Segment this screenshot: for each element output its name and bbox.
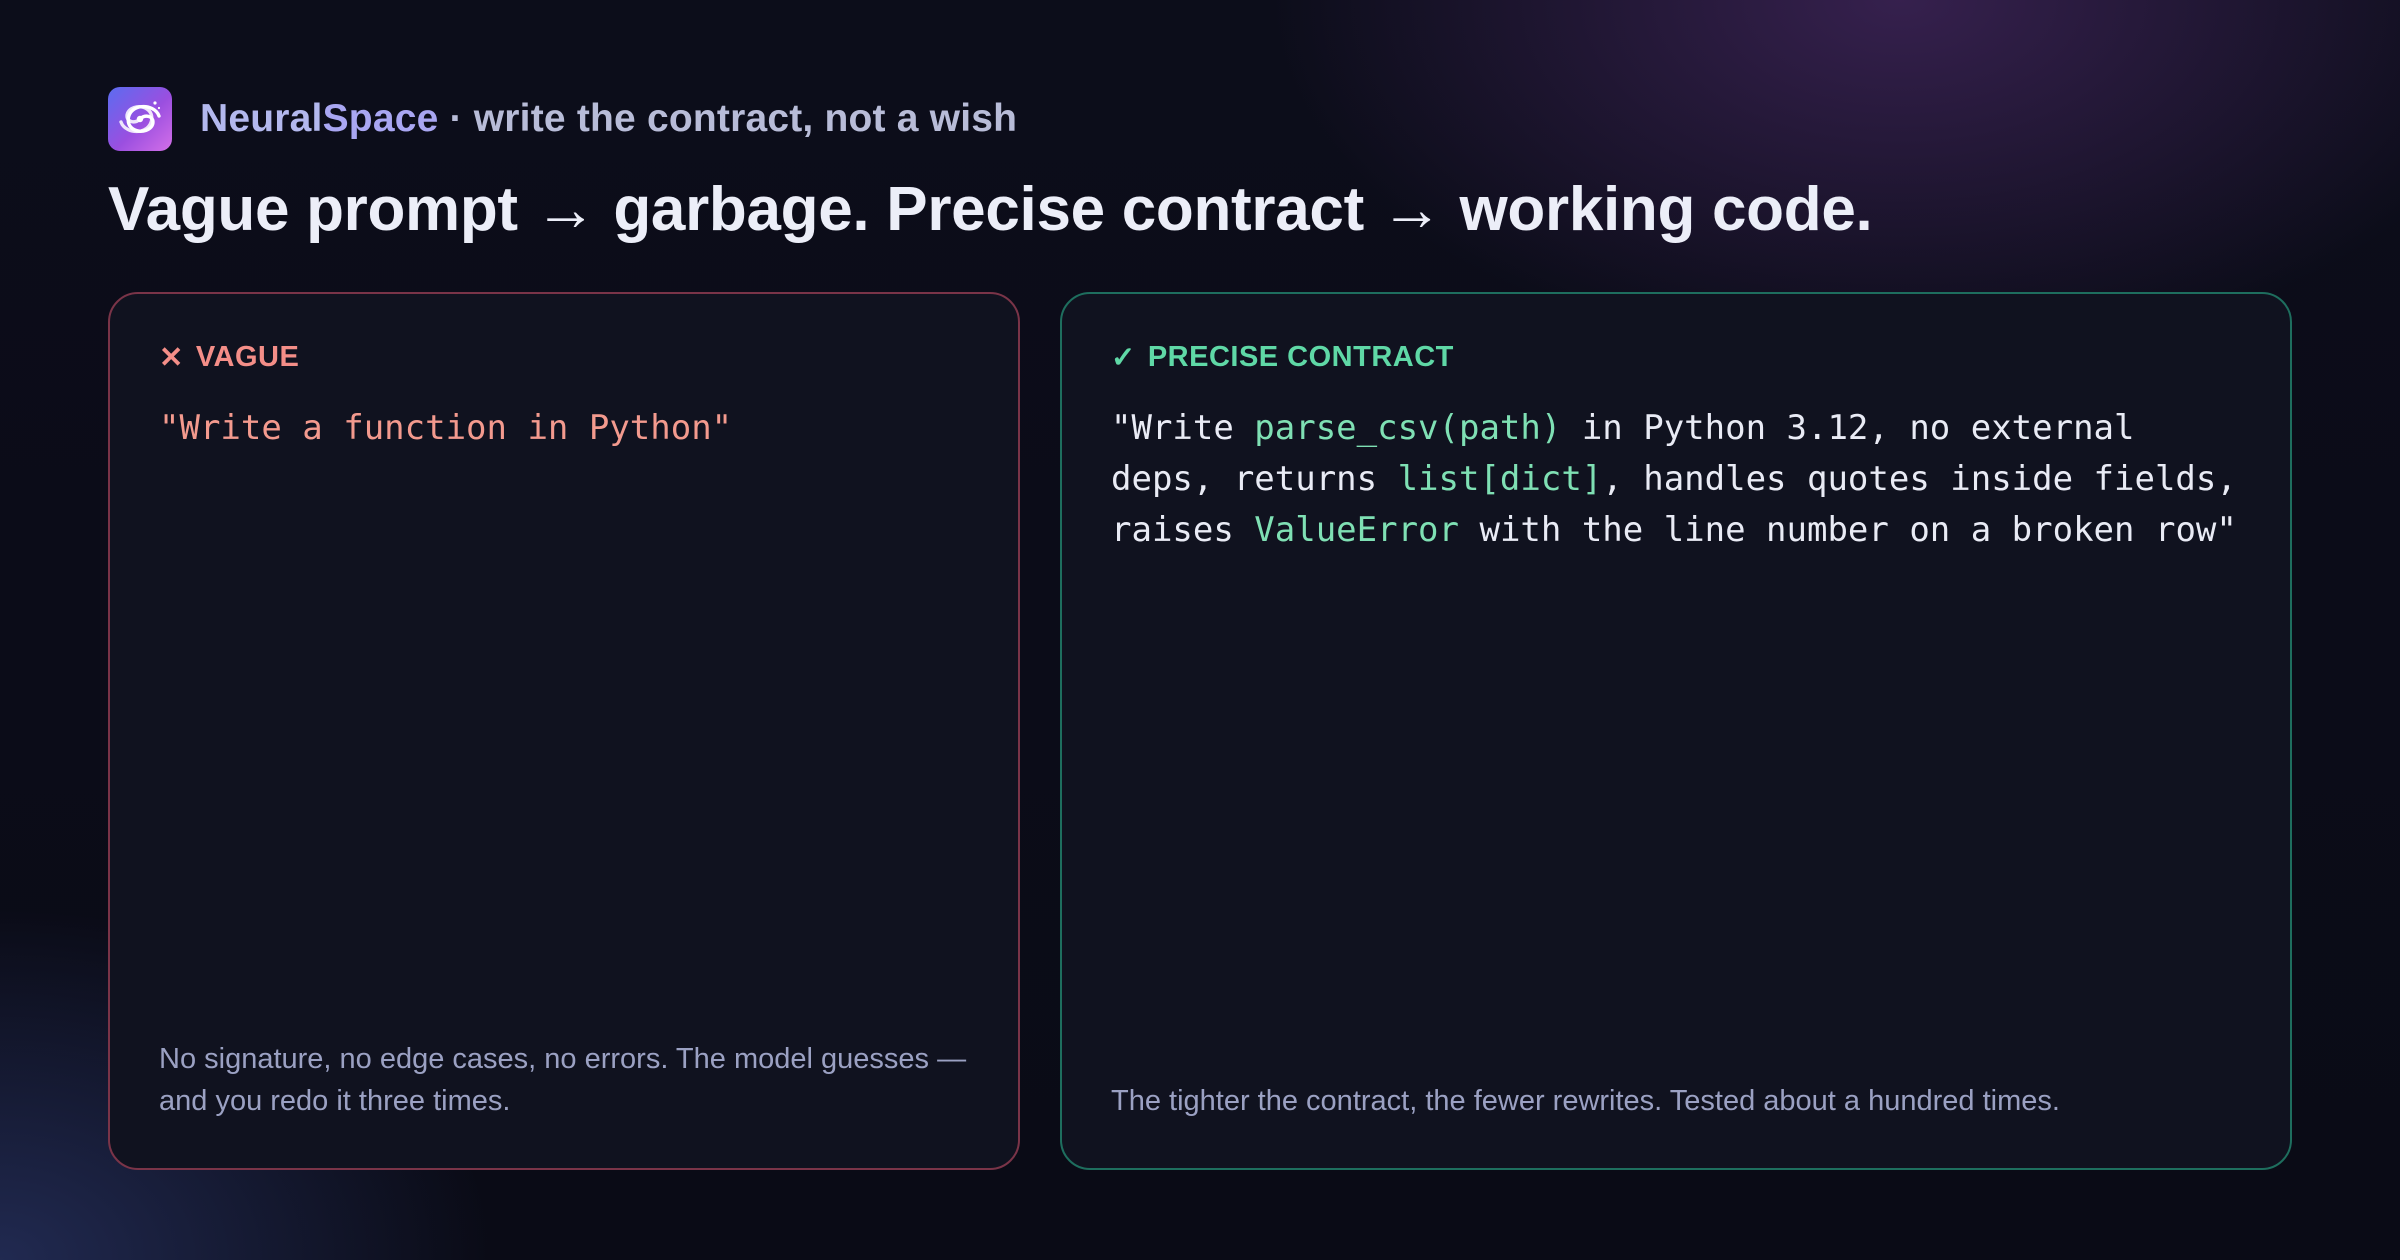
precise-prompt: "Write parse_csv(path) in Python 3.12, n… [1111, 403, 2242, 556]
brand-line: NeuralSpace · write the contract, not a … [200, 97, 1017, 141]
precise-note: The tighter the contract, the fewer rewr… [1111, 1085, 2060, 1117]
check-icon: ✓ [1111, 342, 1136, 374]
prompt-code-function: parse_csv(path) [1254, 408, 1562, 448]
precise-label: ✓ PRECISE CONTRACT [1111, 340, 2242, 375]
close-icon: ✕ [159, 342, 184, 374]
precise-label-text: PRECISE CONTRACT [1147, 341, 1454, 373]
prompt-segment: "Write [1111, 408, 1255, 448]
vague-label: ✕ VAGUE [159, 340, 970, 375]
brand-name: NeuralSpace [200, 97, 439, 140]
brand-name-part2: Space [322, 97, 439, 140]
prompt-code-exception: ValueError [1254, 510, 1459, 550]
precise-card: ✓ PRECISE CONTRACT "Write parse_csv(path… [1060, 292, 2292, 1170]
vague-note: No signature, no edge cases, no errors. … [159, 1043, 967, 1117]
page-title: Vague prompt → garbage. Precise contract… [108, 175, 1873, 244]
brand-header: NeuralSpace · write the contract, not a … [108, 87, 1017, 151]
vague-label-text: VAGUE [195, 341, 300, 373]
prompt-code-return-type: list[dict] [1397, 459, 1603, 499]
vague-card: ✕ VAGUE "Write a function in Python" No … [108, 292, 1020, 1170]
galaxy-swirl-icon [108, 87, 172, 151]
prompt-segment: with the line number on a broken row" [1459, 510, 2237, 550]
brand-name-part1: Neural [200, 97, 323, 140]
vague-prompt: "Write a function in Python" [159, 408, 733, 448]
brand-tagline: · write the contract, not a wish [438, 97, 1018, 140]
